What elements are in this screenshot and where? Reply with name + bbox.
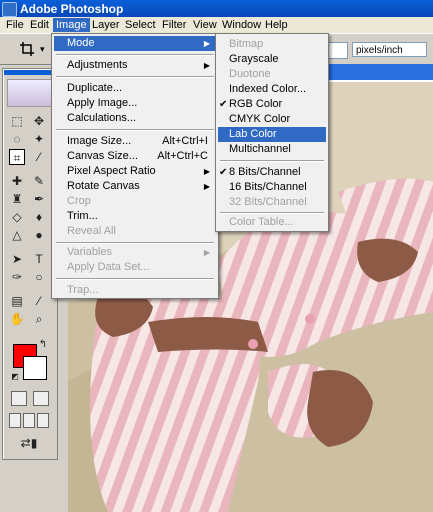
menu-separator bbox=[220, 160, 324, 162]
toolbox: ⬚ ✥ ◌ ✦ ⌗ ⁄ ✚ ✎ ♜ ✒ ◇ ♦ △ ● ➤ T ✑ ○ ▤ ⁄ … bbox=[2, 68, 58, 460]
chevron-down-icon[interactable]: ▾ bbox=[40, 44, 45, 55]
mode-item-rgb-color[interactable]: ✔ RGB Color bbox=[218, 97, 326, 112]
dodge-tool-icon[interactable]: ● bbox=[31, 227, 47, 243]
menu-item-variables: Variables ▶ bbox=[67, 246, 210, 258]
menu-item-crop: Crop bbox=[67, 195, 91, 207]
slice-tool-icon[interactable]: ⁄ bbox=[31, 149, 47, 165]
crop-tool-selected-icon[interactable]: ⌗ bbox=[9, 149, 25, 165]
menu-select[interactable]: Select bbox=[122, 18, 159, 32]
paint-bucket-icon[interactable]: ♦ bbox=[31, 209, 47, 225]
zoom-tool-icon[interactable]: ⌕ bbox=[31, 311, 47, 327]
resolution-unit-select[interactable]: pixels/inch bbox=[352, 42, 427, 57]
menu-view[interactable]: View bbox=[190, 18, 220, 32]
clone-stamp-icon[interactable]: ♜ bbox=[9, 191, 25, 207]
marquee-tool-icon[interactable]: ⬚ bbox=[9, 113, 25, 129]
app-title: Adobe Photoshop bbox=[20, 2, 124, 16]
mode-item-indexed-color[interactable]: Indexed Color... bbox=[218, 82, 326, 97]
quickmask-mode-button[interactable] bbox=[33, 391, 49, 406]
menu-item-image-size[interactable]: Image Size... Alt+Ctrl+I bbox=[54, 134, 216, 149]
swap-colors-icon[interactable]: ↰ bbox=[35, 337, 51, 353]
menu-item-rotate-canvas[interactable]: Rotate Canvas ▶ bbox=[54, 179, 216, 194]
lasso-tool-icon[interactable]: ◌ bbox=[9, 131, 25, 147]
checkmark-icon: ✔ bbox=[219, 167, 228, 178]
menu-separator bbox=[220, 212, 324, 214]
history-brush-icon[interactable]: ✒ bbox=[31, 191, 47, 207]
healing-brush-icon[interactable]: ✚ bbox=[9, 173, 25, 189]
menu-separator bbox=[56, 76, 214, 78]
standard-mode-button[interactable] bbox=[11, 391, 27, 406]
mode-item-cmyk-color[interactable]: CMYK Color bbox=[218, 112, 326, 127]
menu-item-duplicate[interactable]: Duplicate... bbox=[54, 81, 216, 96]
toolbox-header[interactable] bbox=[4, 70, 56, 75]
menu-item-trap: Trap... bbox=[67, 284, 99, 296]
submenu-arrow-icon: ▶ bbox=[203, 61, 210, 70]
screen-mode-full-menu-button[interactable] bbox=[23, 413, 35, 428]
screen-mode-standard-button[interactable] bbox=[9, 413, 21, 428]
mode-item-color-table: Color Table... bbox=[229, 216, 294, 228]
menu-separator bbox=[56, 129, 214, 131]
default-colors-icon[interactable]: ◩ bbox=[7, 369, 23, 385]
menu-item-trim[interactable]: Trim... bbox=[54, 209, 216, 224]
menu-item-adjustments[interactable]: Adjustments ▶ bbox=[54, 58, 216, 73]
menu-item-pixel-aspect-ratio[interactable]: Pixel Aspect Ratio ▶ bbox=[54, 164, 216, 179]
menu-filter[interactable]: Filter bbox=[159, 18, 189, 32]
menu-file[interactable]: File bbox=[3, 18, 27, 32]
shape-tool-icon[interactable]: ○ bbox=[31, 269, 47, 285]
menu-item-calculations[interactable]: Calculations... bbox=[54, 111, 216, 126]
menu-item-canvas-size[interactable]: Canvas Size... Alt+Ctrl+C bbox=[54, 149, 216, 164]
submenu-arrow-icon: ▶ bbox=[203, 39, 210, 48]
eyedropper-icon[interactable]: ⁄ bbox=[31, 293, 47, 309]
menu-window[interactable]: Window bbox=[219, 18, 264, 32]
menu-item-mode[interactable]: Mode ▶ bbox=[54, 36, 216, 51]
menu-help[interactable]: Help bbox=[262, 18, 291, 32]
menu-bar: File Edit Image Layer Select Filter View… bbox=[0, 17, 433, 33]
menu-separator bbox=[56, 54, 214, 56]
mode-item-8-bits[interactable]: ✔ 8 Bits/Channel bbox=[218, 165, 326, 180]
menu-item-reveal-all: Reveal All bbox=[67, 225, 116, 237]
move-tool-icon[interactable]: ✥ bbox=[31, 113, 47, 129]
hand-tool-icon[interactable]: ✋ bbox=[9, 311, 25, 327]
screen-mode-full-button[interactable] bbox=[37, 413, 49, 428]
title-bar: Adobe Photoshop bbox=[0, 0, 433, 17]
menu-item-apply-data-set: Apply Data Set... bbox=[67, 261, 150, 273]
mode-item-16-bits[interactable]: 16 Bits/Channel bbox=[218, 180, 326, 195]
blur-tool-icon[interactable]: △ bbox=[9, 227, 25, 243]
crop-tool-icon[interactable] bbox=[20, 42, 34, 56]
eraser-tool-icon[interactable]: ◇ bbox=[9, 209, 25, 225]
submenu-arrow-icon: ▶ bbox=[203, 167, 210, 176]
menu-item-apply-image[interactable]: Apply Image... bbox=[54, 96, 216, 111]
mode-item-bitmap: Bitmap bbox=[229, 38, 264, 50]
submenu-arrow-icon: ▶ bbox=[203, 248, 210, 257]
submenu-arrow-icon: ▶ bbox=[203, 182, 210, 191]
menu-separator bbox=[56, 242, 214, 244]
magic-wand-icon[interactable]: ✦ bbox=[31, 131, 47, 147]
mode-item-multichannel[interactable]: Multichannel bbox=[218, 142, 326, 157]
mode-item-32-bits: 32 Bits/Channel bbox=[229, 196, 307, 208]
notes-tool-icon[interactable]: ▤ bbox=[9, 293, 25, 309]
menu-layer[interactable]: Layer bbox=[89, 18, 123, 32]
mode-submenu: Bitmap Grayscale Duotone Indexed Color..… bbox=[215, 33, 329, 232]
background-color-swatch[interactable] bbox=[23, 356, 47, 380]
menu-image[interactable]: Image bbox=[53, 18, 90, 32]
type-tool-icon[interactable]: T bbox=[31, 251, 47, 267]
mode-item-grayscale[interactable]: Grayscale bbox=[218, 52, 326, 67]
path-selection-icon[interactable]: ➤ bbox=[9, 251, 25, 267]
image-menu-dropdown: Mode ▶ Adjustments ▶ Duplicate... Apply Im… bbox=[51, 33, 219, 299]
menu-edit[interactable]: Edit bbox=[27, 18, 52, 32]
jump-to-imageready-icon[interactable]: ⇄▮ bbox=[11, 435, 47, 451]
checkmark-icon: ✔ bbox=[219, 99, 228, 110]
menu-separator bbox=[56, 278, 214, 280]
photoshop-logo-icon bbox=[2, 2, 17, 17]
brush-tool-icon[interactable]: ✎ bbox=[31, 173, 47, 189]
pen-tool-icon[interactable]: ✑ bbox=[9, 269, 25, 285]
mode-item-duotone: Duotone bbox=[229, 68, 271, 80]
mode-item-lab-color[interactable]: Lab Color bbox=[218, 127, 326, 142]
feather-logo-icon[interactable] bbox=[7, 79, 55, 107]
